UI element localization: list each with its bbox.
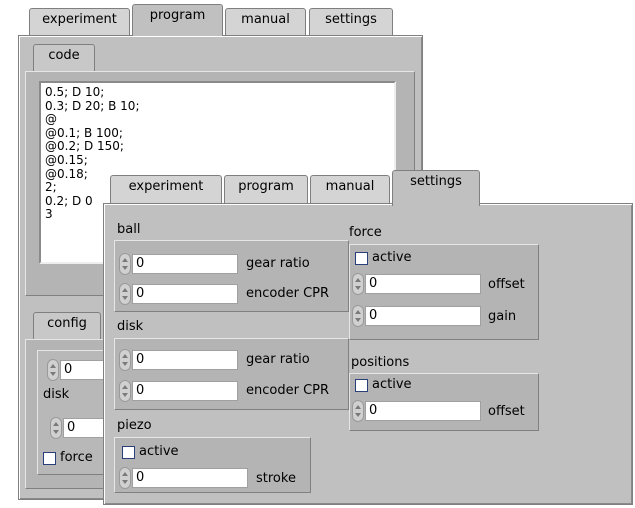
spinner-icon[interactable]: [352, 305, 364, 327]
spinner-icon[interactable]: [47, 359, 59, 381]
back-tab-settings[interactable]: settings: [309, 8, 393, 35]
disk-gear-ratio-field[interactable]: 0: [132, 350, 238, 370]
force-active-checkbox[interactable]: [355, 252, 368, 265]
piezo-active-label: active: [139, 444, 179, 459]
spinner-icon[interactable]: [119, 283, 131, 305]
positions-active-checkbox[interactable]: [355, 379, 368, 392]
positions-offset-field[interactable]: 0: [365, 401, 481, 421]
positions-offset-label: offset: [488, 404, 525, 419]
force-offset-field[interactable]: 0: [365, 274, 481, 294]
piezo-section-label: piezo: [117, 418, 152, 433]
back-tab-manual[interactable]: manual: [225, 8, 306, 35]
tab-label: experiment: [128, 179, 204, 194]
force-section-label: force: [349, 225, 382, 240]
spinner-icon[interactable]: [119, 380, 131, 402]
front-tab-manual[interactable]: manual: [310, 175, 390, 203]
tab-label: manual: [241, 12, 290, 27]
tab-label: experiment: [42, 12, 117, 27]
spinner-icon[interactable]: [119, 253, 131, 275]
tab-label: manual: [325, 179, 375, 194]
disk-encoder-field[interactable]: 0: [132, 381, 238, 401]
front-tab-experiment[interactable]: experiment: [110, 175, 222, 203]
positions-active-label: active: [372, 377, 412, 392]
front-tab-program[interactable]: program: [224, 175, 308, 203]
tab-label: config: [47, 316, 87, 331]
ball-gear-ratio-field[interactable]: 0: [132, 254, 238, 274]
back-tab-experiment[interactable]: experiment: [29, 8, 130, 35]
disk-gear-ratio-label: gear ratio: [246, 352, 310, 367]
config-disk-label: disk: [43, 387, 70, 402]
positions-section-label: positions: [351, 355, 410, 370]
tab-label: program: [149, 8, 206, 23]
ball-encoder-label: encoder CPR: [246, 286, 330, 301]
front-tab-settings[interactable]: settings: [392, 170, 480, 206]
spinner-icon[interactable]: [119, 467, 131, 489]
ball-section-label: ball: [117, 222, 141, 237]
force-gain-label: gain: [488, 309, 517, 324]
piezo-active-checkbox[interactable]: [122, 446, 135, 459]
ball-gear-ratio-label: gear ratio: [246, 256, 310, 271]
disk-encoder-label: encoder CPR: [246, 383, 330, 398]
tab-label: settings: [410, 174, 462, 189]
tab-label: settings: [325, 12, 377, 27]
spinner-icon[interactable]: [352, 400, 364, 422]
spinner-icon[interactable]: [50, 417, 62, 439]
piezo-stroke-label: stroke: [256, 471, 296, 486]
back-tab-program[interactable]: program: [132, 4, 223, 36]
force-checkbox[interactable]: [43, 452, 56, 465]
piezo-stroke-field[interactable]: 0: [132, 468, 248, 488]
force-gain-field[interactable]: 0: [365, 306, 481, 326]
disk-section-label: disk: [117, 319, 144, 334]
spinner-icon[interactable]: [119, 349, 131, 371]
force-offset-label: offset: [488, 277, 525, 292]
tab-config[interactable]: config: [33, 312, 101, 342]
tab-label: code: [48, 48, 80, 63]
ball-encoder-field[interactable]: 0: [132, 284, 238, 304]
force-checkbox-label: force: [60, 450, 93, 465]
tab-label: program: [238, 179, 294, 194]
spinner-icon[interactable]: [352, 273, 364, 295]
tab-code[interactable]: code: [33, 44, 95, 74]
force-active-label: active: [372, 250, 412, 265]
